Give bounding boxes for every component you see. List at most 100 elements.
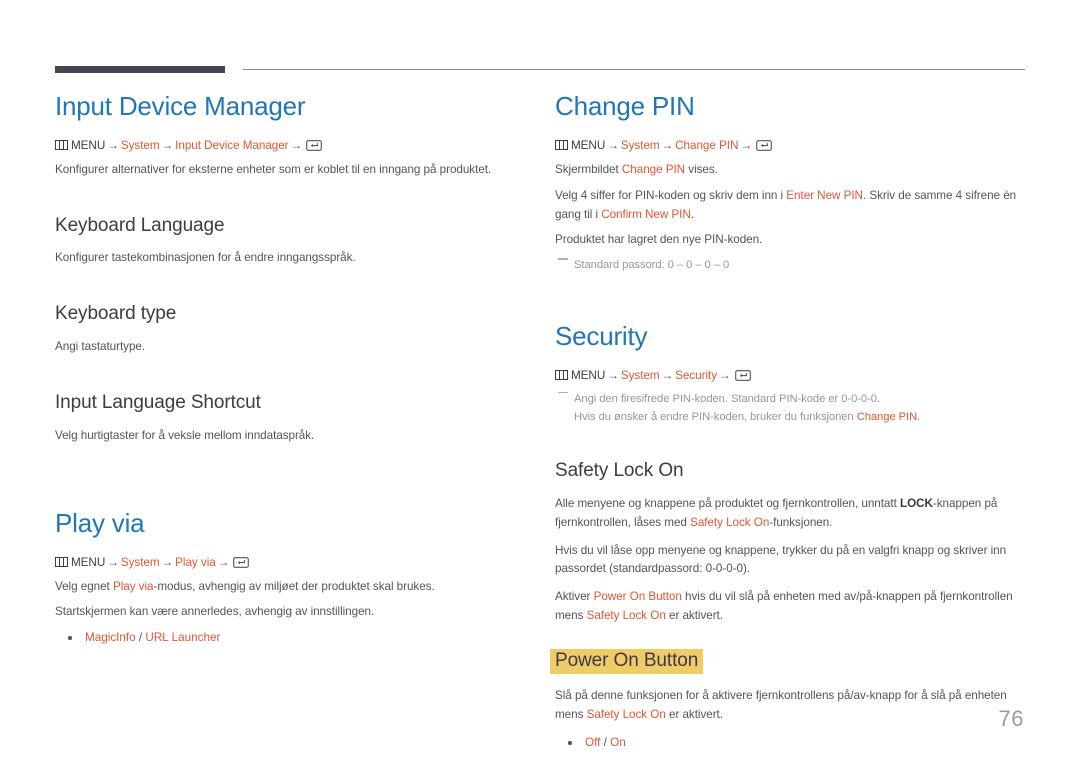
section-title-security: Security [555, 321, 648, 352]
path-arrow-3: → [740, 138, 752, 152]
header-rule-thin-line [243, 69, 1025, 70]
text-fragment: vises. [685, 162, 718, 176]
menu-path-security: MENU → System → Security → [555, 369, 1025, 382]
path-arrow-3: → [217, 555, 230, 569]
menu-path-step-change-pin: Change PIN [675, 138, 739, 152]
header-rule-thick-bar [55, 66, 225, 73]
left-column: Input Device Manager MENU → System → Input D… [55, 92, 525, 651]
path-arrow-3: → [719, 368, 731, 382]
text-fragment: Velg 4 siffer for PIN-koden og skriv dem… [555, 188, 787, 202]
enter-key-icon [756, 139, 772, 151]
enter-key-icon [734, 370, 751, 381]
menu-path-step-system: System [120, 138, 160, 152]
text-fragment: er aktivert. [665, 708, 723, 722]
path-arrow-1: → [607, 368, 619, 382]
inline-link-play-via: Play via [112, 579, 154, 593]
menu-path-label: MENU [571, 138, 606, 152]
play-via-options-list: MagicInfo / URL Launcher [55, 629, 525, 648]
safety-lock-on-paragraph-1: Alle menyene og knappene på produktet og… [555, 495, 1025, 533]
subsection-title-input-language-shortcut: Input Language Shortcut [55, 392, 261, 414]
note-dash-icon [558, 391, 568, 394]
text-fragment: Velg egnet [55, 579, 113, 593]
enter-key-icon [306, 139, 323, 151]
menu-path-step-security: Security [675, 368, 717, 382]
menu-path-input-device-manager: MENU → System → Input Device Manager → [55, 139, 525, 152]
note-security-pin: Angi den firesifrede PIN-koden. Standard… [555, 391, 1025, 427]
enter-key-icon [233, 556, 250, 568]
path-arrow-1: → [607, 138, 619, 152]
menu-icon [55, 139, 68, 150]
path-arrow-2: → [161, 138, 174, 152]
menu-icon [55, 556, 68, 567]
section-description-input-device-manager: Konfigurer alternativer for eksterne enh… [55, 162, 492, 176]
menu-path-step-system: System [620, 368, 660, 382]
right-column: Change PIN MENU → System → Change PIN → Skjer… [550, 91, 1025, 756]
text-fragment: -funksjonen. [769, 515, 833, 529]
header-rule [55, 64, 1025, 76]
power-on-button-options-list: Off / On [555, 734, 1025, 753]
section-title-change-pin: Change PIN [555, 91, 695, 121]
note-text-line-1: Angi den firesifrede PIN-koden. Standard… [574, 392, 881, 405]
subsection-title-keyboard-type: Keyboard type [55, 303, 177, 325]
menu-path-label: MENU [571, 368, 606, 382]
inline-link-safety-lock-on: Safety Lock On [690, 515, 770, 529]
text-fragment: Alle menyene og knappene på produktet og… [555, 496, 900, 510]
path-arrow-2: → [661, 138, 674, 152]
text-fragment: . [690, 207, 694, 221]
menu-icon [555, 139, 568, 150]
path-arrow-2: → [161, 555, 174, 569]
inline-link-change-pin: Change PIN [621, 162, 686, 176]
section-title-input-device-manager: Input Device Manager [55, 91, 306, 121]
text-fragment: Aktiver [555, 590, 594, 604]
safety-lock-on-paragraph-3: Aktiver Power On Button hvis du vil slå … [555, 588, 1025, 626]
path-arrow-1: → [107, 138, 119, 152]
inline-link-change-pin: Change PIN [856, 410, 918, 423]
subsection-title-safety-lock-on: Safety Lock On [555, 459, 684, 481]
path-arrow-3: → [290, 138, 303, 152]
text-fragment: Skjermbildet [555, 162, 622, 176]
menu-icon [555, 369, 568, 380]
note-text-line-2-post: . [917, 410, 921, 423]
menu-path-step-play-via: Play via [175, 555, 216, 569]
option-url-launcher: URL Launcher [145, 631, 221, 645]
option-separator: / [135, 631, 146, 645]
page-number: 76 [998, 706, 1024, 731]
change-pin-line-1: Skjermbildet Change PIN vises. [555, 161, 1025, 180]
power-on-button-paragraph-1: Slå på denne funksjonen for å aktivere f… [555, 687, 1025, 725]
path-arrow-1: → [107, 555, 119, 569]
change-pin-line-3: Produktet har lagret den nye PIN-koden. [555, 233, 763, 247]
keyword-lock: LOCK [899, 496, 933, 510]
option-on: On [610, 736, 626, 750]
menu-path-step-system: System [620, 138, 660, 152]
note-dash-icon [558, 258, 568, 260]
safety-lock-on-paragraph-2: Hvis du vil låse opp menyene og knappene… [555, 543, 1007, 576]
play-via-description-line-2: Startskjermen kan være annerledes, avhen… [55, 605, 375, 619]
subsection-description-keyboard-type: Angi tastaturtype. [55, 340, 146, 354]
subsection-title-power-on-button: Power On Button [550, 649, 704, 675]
subsection-title-keyboard-language: Keyboard Language [55, 214, 225, 236]
menu-path-step-input-device-manager: Input Device Manager [175, 138, 289, 152]
subsection-description-input-language-shortcut: Velg hurtigtaster for å veksle mellom in… [55, 428, 315, 442]
menu-path-play-via: MENU → System → Play via → [55, 556, 525, 569]
note-change-pin-default-password: Standard passord: 0 – 0 – 0 – 0 [555, 257, 1025, 275]
option-off: Off [585, 736, 601, 750]
note-text-line-2-pre: Hvis du ønsker å endre PIN-koden, bruker… [574, 410, 857, 423]
section-title-play-via: Play via [55, 507, 145, 538]
play-via-description-line-1: Velg egnet Play via-modus, avhengig av m… [55, 578, 525, 597]
change-pin-line-2: Velg 4 siffer for PIN-koden og skriv dem… [555, 187, 1025, 225]
menu-path-label: MENU [71, 138, 106, 152]
menu-path-change-pin: MENU → System → Change PIN → [555, 139, 1025, 152]
inline-link-confirm-new-pin: Confirm New PIN [601, 207, 691, 221]
note-text: Standard passord: 0 – 0 – 0 – 0 [574, 259, 730, 272]
list-item: Off / On [555, 734, 1025, 753]
option-separator: / [600, 736, 611, 750]
